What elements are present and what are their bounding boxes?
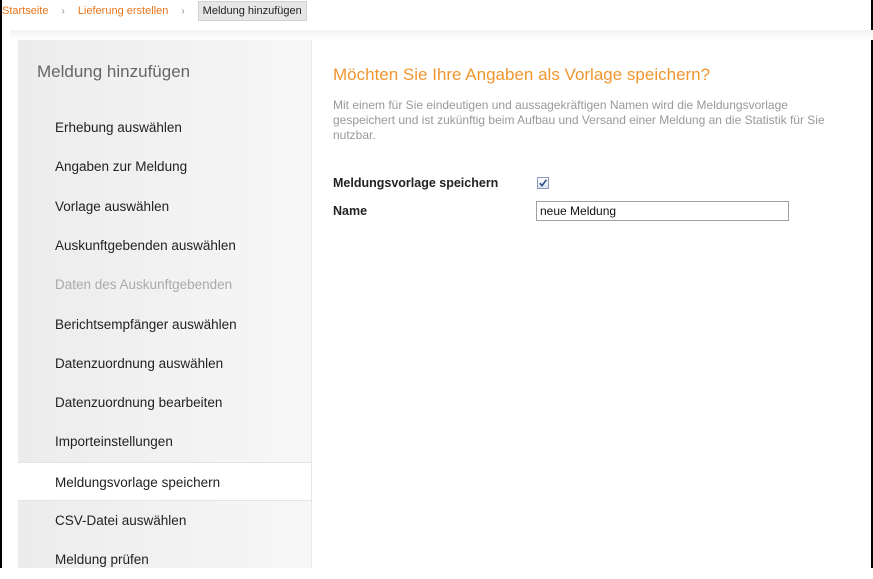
save-template-label: Meldungsvorlage speichern xyxy=(333,176,499,190)
breadcrumb: Startseite › Lieferung erstellen › Meldung h… xyxy=(0,0,873,22)
sidebar-item-csv-datei-auswählen[interactable]: CSV-Datei auswählen xyxy=(18,501,311,540)
sidebar-item-berichtsempfänger-auswählen[interactable]: Berichtsempfänger auswählen xyxy=(18,305,311,344)
sidebar-title: Meldung hinzufügen xyxy=(37,62,191,81)
sidebar-item-meldung-prüfen[interactable]: Meldung prüfen xyxy=(18,540,311,579)
sidebar-item-daten-des-auskunftgebenden: Daten des Auskunftgebenden xyxy=(55,277,233,293)
save-template-checkbox[interactable] xyxy=(537,177,549,189)
name-input[interactable] xyxy=(536,201,789,221)
header-shadow xyxy=(10,30,873,40)
breadcrumb-home-link[interactable]: Startseite xyxy=(2,5,48,17)
breadcrumb-current: Meldung hinzufügen xyxy=(197,1,307,21)
breadcrumb-separator-icon: › xyxy=(181,6,185,17)
sidebar-item-erhebung-auswählen[interactable]: Erhebung auswählen xyxy=(18,108,311,147)
name-label: Name xyxy=(333,204,368,218)
sidebar-item-angaben-zur-meldung[interactable]: Angaben zur Meldung xyxy=(18,147,311,186)
sidebar-item-vorlage-auswählen[interactable]: Vorlage auswählen xyxy=(18,187,311,226)
sidebar-item-datenzuordnung-bearbeiten[interactable]: Datenzuordnung bearbeiten xyxy=(18,383,311,422)
sidebar-item-meldungsvorlage-speichern[interactable]: Meldungsvorlage speichern xyxy=(18,461,311,501)
sidebar-item-datenzuordnung-auswählen[interactable]: Datenzuordnung auswählen xyxy=(18,344,311,383)
sidebar-item-importeinstellungen[interactable]: Importeinstellungen xyxy=(18,422,311,461)
page-title: Möchten Sie Ihre Angaben als Vorlage spe… xyxy=(333,65,711,84)
sidebar: Meldung hinzufügen Erhebung auswählen Ang… xyxy=(18,40,312,568)
breadcrumb-separator-icon: › xyxy=(61,6,65,17)
checkmark-icon xyxy=(539,179,548,187)
page-description: Mit einem für Sie eindeutigen und aussag… xyxy=(333,98,825,142)
breadcrumb-delivery-link[interactable]: Lieferung erstellen xyxy=(78,5,169,17)
sidebar-item-auskunftgebenden-auswählen[interactable]: Auskunftgebenden auswählen xyxy=(18,226,311,265)
